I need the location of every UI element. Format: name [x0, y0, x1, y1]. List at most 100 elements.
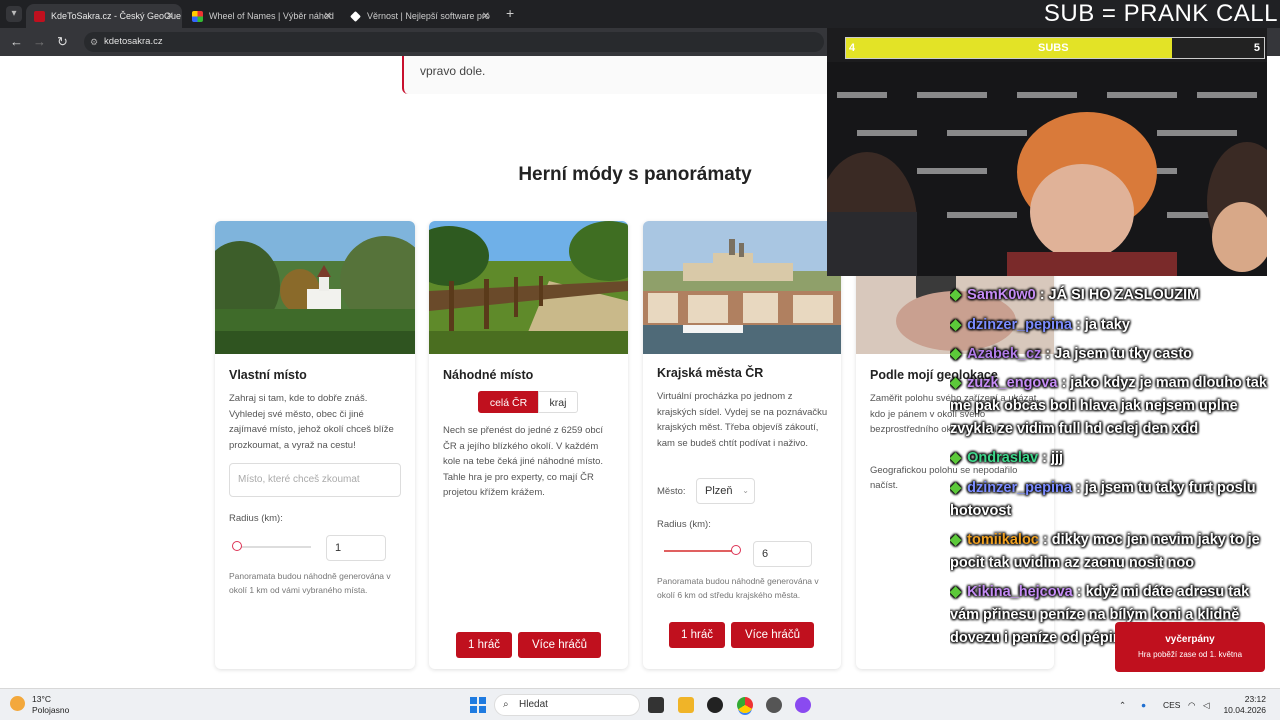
tab-close-icon[interactable]: ✕ [482, 11, 490, 22]
chat-username: dzinzer_pepina [967, 317, 1072, 333]
radius-note: Panoramata budou náhodně generována v ok… [657, 576, 819, 600]
file-explorer-icon[interactable] [678, 697, 694, 713]
radius-slider[interactable] [232, 541, 242, 551]
card-krajska-mesta: Krajská města ČR Virtuální procházka po … [643, 221, 841, 669]
sub-goal-target: 5 [1253, 42, 1260, 54]
volume-icon[interactable]: ◁ [1203, 689, 1210, 720]
weather-temp: 13°C [32, 694, 51, 704]
info-callout: vpravo dole. [402, 56, 842, 94]
toggle-cela-cr[interactable]: celá ČR [478, 391, 539, 413]
city-select[interactable]: Plzeň ⌄ [696, 478, 755, 504]
chat-message: ◆ tomiikaloc : dikky moc jen nevim jaky t… [950, 529, 1268, 575]
task-view-icon[interactable] [648, 697, 664, 713]
radius-input[interactable]: 1 [326, 535, 386, 561]
tab-list-icon[interactable]: ▾ [6, 6, 22, 22]
chat-message: ◆ zuzk_engova : jako kdyz je mam dlouho t… [950, 372, 1268, 441]
badge-icon: ◆ [950, 480, 962, 496]
windows-start-icon[interactable] [470, 697, 486, 713]
tab-close-icon[interactable]: ✕ [324, 11, 332, 22]
chat-username: dzinzer_pepina [967, 480, 1072, 496]
chat-username: tomiikaloc [967, 532, 1039, 548]
settings-gear-icon[interactable] [766, 697, 782, 713]
tab-kdetosakra[interactable]: KdeToSakra.cz - Český GeoGue ✕ [26, 4, 182, 28]
sub-goal-bar: 4 SUBS 5 [845, 37, 1265, 59]
tab-close-icon[interactable]: ✕ [166, 11, 174, 22]
place-search-input[interactable]: Místo, které chceš zkoumat [229, 463, 401, 497]
vernost-favicon-icon [350, 10, 361, 22]
wifi-icon[interactable]: ◠ [1188, 689, 1195, 720]
toast-subtitle: Hra poběží zase od 1. května [1137, 650, 1243, 659]
chat-message: ◆ Ondraslav : jjj [950, 447, 1268, 470]
taskbar-search-label: Hledat [519, 699, 548, 710]
microphone-icon[interactable]: ● [1141, 689, 1146, 720]
chat-message: ◆ SamK0w0 : JÁ SI HO ZASLOUZIM [950, 284, 1268, 307]
radius-input[interactable]: 6 [753, 541, 812, 567]
obs-icon[interactable] [707, 697, 723, 713]
system-clock[interactable]: 23:12 10.04.2026 [1223, 694, 1266, 716]
webcam-feed-image [827, 62, 1267, 276]
chat-message: ◆ dzinzer_pepina : ja taky [950, 314, 1268, 337]
badge-icon: ◆ [950, 317, 962, 333]
card-title: Krajská města ČR [657, 366, 764, 380]
forward-icon[interactable]: → [33, 34, 46, 49]
streamer-camera: 4 SUBS 5 [827, 28, 1267, 276]
radius-note: Panoramata budou náhodně generována v ok… [229, 571, 391, 595]
card-description: Zahraj si tam, kde to dobře znáš. Vyhled… [229, 393, 394, 451]
single-player-button[interactable]: 1 hráč [456, 632, 512, 658]
radius-slider[interactable] [731, 545, 741, 555]
chat-username: zuzk_engova [967, 375, 1058, 391]
card-description: Nech se přenést do jedné z 6259 obcí ČR … [443, 425, 604, 498]
tray-overflow-icon[interactable]: ⌃ [1119, 689, 1126, 720]
radius-label: Radius (km): [229, 513, 283, 524]
prague-image [643, 221, 841, 354]
windows-taskbar: 13°C Polojasno ⌕ Hledat ⌃ ● CES ◠ ◁ 23:1… [0, 688, 1280, 720]
tab-vernost[interactable]: Věrnost | Nejlepší software pro ✕ [342, 4, 498, 28]
address-bar[interactable]: ⚙ kdetosakra.cz [84, 32, 824, 52]
chat-username: SamK0w0 [967, 287, 1036, 303]
chat-text: : jjj [1042, 450, 1064, 466]
toggle-kraj[interactable]: kraj [538, 391, 578, 413]
search-icon: ⌕ [503, 699, 509, 710]
fence-path-image [429, 221, 628, 354]
language-indicator[interactable]: CES [1163, 689, 1180, 720]
reload-icon[interactable]: ↻ [57, 34, 68, 50]
clock-date: 10.04.2026 [1223, 705, 1266, 715]
kdetosakra-favicon-icon [34, 10, 45, 22]
sub-goal-fill [846, 38, 1173, 58]
quota-toast: vyčerpány Hra poběží zase od 1. května [1115, 622, 1265, 672]
wheel-favicon-icon [192, 10, 203, 22]
multi-player-button[interactable]: Více hráčů [731, 622, 814, 648]
desktop-screen: ▾ KdeToSakra.cz - Český GeoGue ✕ Wheel o… [0, 0, 1280, 720]
sub-goal-start: 4 [849, 42, 856, 54]
badge-icon: ◆ [950, 346, 962, 362]
new-tab-icon[interactable]: + [506, 5, 514, 21]
twitch-app-icon[interactable] [795, 697, 811, 713]
single-player-button[interactable]: 1 hráč [669, 622, 725, 648]
multi-player-button[interactable]: Více hráčů [518, 632, 601, 658]
badge-icon: ◆ [950, 450, 962, 466]
chat-username: Azabek_cz [967, 346, 1042, 362]
stream-chat: ◆ SamK0w0 : JÁ SI HO ZASLOUZIM ◆ dzinzer_pe… [950, 284, 1270, 664]
chat-text: : JÁ SI HO ZASLOUZIM [1039, 287, 1200, 303]
radius-slider-fill [664, 550, 734, 552]
badge-icon: ◆ [950, 584, 962, 600]
chat-message: ◆ dzinzer_pepina : ja jsem tu taky furt p… [950, 477, 1268, 523]
chat-username: Kikina_hejcova [967, 584, 1073, 600]
taskbar-search[interactable]: ⌕ Hledat [494, 694, 640, 716]
sub-goal-label: SUBS [1038, 42, 1069, 54]
url-text: kdetosakra.cz [104, 36, 163, 47]
card-vlastni-misto: Vlastní místo Zahraj si tam, kde to dobř… [215, 221, 415, 669]
site-info-icon[interactable]: ⚙ [90, 32, 98, 52]
tab-wheel-of-names[interactable]: Wheel of Names | Výběr náhod ✕ [184, 4, 340, 28]
callout-text: vpravo dole. [420, 64, 486, 78]
weather-desc: Polojasno [32, 705, 70, 715]
toast-title: vyčerpány [1165, 634, 1215, 645]
city-label: Město: [657, 486, 686, 497]
badge-icon: ◆ [950, 287, 962, 303]
back-icon[interactable]: ← [10, 34, 23, 49]
badge-icon: ◆ [950, 532, 962, 548]
partly-cloudy-icon [10, 696, 25, 711]
chrome-icon[interactable] [737, 697, 753, 713]
radius-slider-track [235, 546, 311, 548]
chevron-down-icon: ⌄ [742, 486, 749, 495]
